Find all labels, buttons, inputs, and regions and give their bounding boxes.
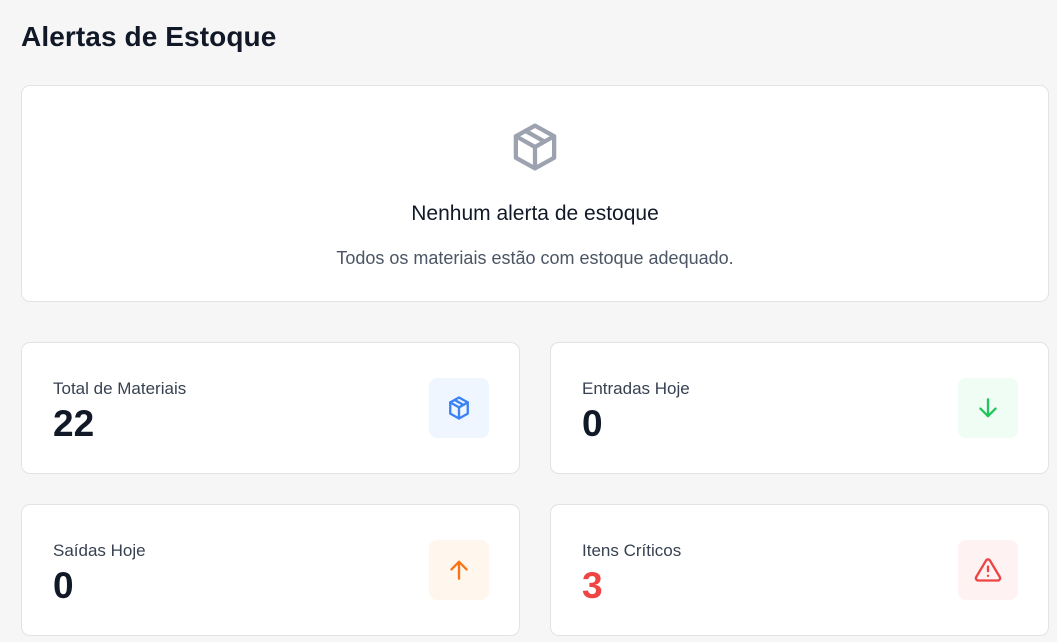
stat-label: Saídas Hoje	[53, 541, 146, 560]
stat-value: 3	[582, 565, 603, 606]
empty-state-description: Todos os materiais estão com estoque ade…	[336, 248, 734, 268]
empty-state-title: Nenhum alerta de estoque	[411, 202, 659, 225]
alert-triangle-icon-box	[958, 540, 1018, 600]
stat-label: Itens Críticos	[582, 541, 682, 560]
page-title: Alertas de Estoque	[21, 21, 277, 52]
stat-label: Total de Materiais	[53, 379, 187, 398]
package-icon	[449, 396, 469, 420]
stat-value: 0	[53, 565, 74, 606]
stat-card-exits-today: Saídas Hoje 0	[21, 504, 520, 636]
stat-value: 0	[582, 403, 603, 444]
alert-triangle-icon	[974, 558, 1002, 582]
stat-label: Entradas Hoje	[582, 379, 690, 398]
stat-card-total-materials: Total de Materiais 22	[21, 342, 520, 474]
empty-state-card: Nenhum alerta de estoque Todos os materi…	[21, 85, 1049, 302]
stat-card-critical-items: Itens Críticos 3	[550, 504, 1049, 636]
stat-card-entries-today: Entradas Hoje 0	[550, 342, 1049, 474]
arrow-up-icon	[450, 560, 468, 580]
arrow-down-icon-box	[958, 378, 1018, 438]
package-icon	[513, 123, 557, 171]
package-icon-box	[429, 378, 489, 438]
arrow-up-icon-box	[429, 540, 489, 600]
arrow-down-icon	[979, 398, 997, 418]
stat-value: 22	[53, 403, 95, 444]
